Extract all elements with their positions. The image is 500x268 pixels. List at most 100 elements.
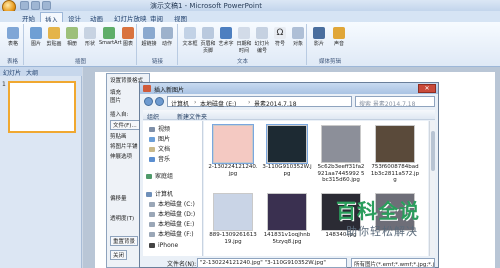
chart-icon	[122, 27, 134, 39]
nav-item-documents[interactable]: 文档	[149, 144, 170, 153]
breadcrumb-separator: ›	[248, 99, 251, 106]
breadcrumb-drive[interactable]: 本地磁盘 (E:)	[200, 99, 236, 108]
nav-item-drive-f[interactable]: 本地磁盘 (F:)	[149, 229, 194, 238]
dialog-title: 插入新图片	[154, 87, 185, 94]
nav-item-video[interactable]: 视频	[149, 124, 170, 133]
table-button[interactable]: 表格	[4, 27, 22, 47]
album-icon	[66, 27, 78, 39]
symbol-button[interactable]: Ω 符号	[271, 27, 289, 47]
bg-file-button[interactable]: 文件(F)...	[110, 120, 140, 130]
nav-item-homegroup[interactable]: 家庭组	[146, 171, 173, 180]
close-button[interactable]: ✕	[418, 84, 436, 93]
search-input[interactable]: 搜索 景素2014.7.18	[355, 96, 435, 108]
breadcrumb-computer[interactable]: 计算机	[171, 99, 189, 108]
bg-clipart-button[interactable]: 剪贴画	[110, 132, 127, 140]
window-title: 演示文稿1 - Microsoft PowerPoint	[150, 2, 263, 10]
phone-icon	[149, 243, 155, 248]
file-thumbnail	[212, 124, 254, 164]
file-item[interactable]: 753f6008784bad1b3c2811a572.jpg	[370, 125, 420, 184]
wordart-icon	[220, 27, 232, 39]
dialog-title-bar: 插入新图片 ✕	[140, 83, 438, 94]
nav-item-drive-c[interactable]: 本地磁盘 (C:)	[149, 199, 195, 208]
file-item[interactable]: 141831v1oqjhnb5tzyq8.jpg	[262, 193, 312, 245]
tab-animations[interactable]: 动画	[86, 12, 107, 23]
tab-home[interactable]: 开始	[18, 12, 39, 23]
bg-close-button[interactable]: 关闭	[110, 250, 128, 260]
slide-thumbnail[interactable]	[8, 81, 76, 133]
redo-icon[interactable]	[42, 1, 51, 10]
nav-item-drive-d[interactable]: 本地磁盘 (D:)	[149, 209, 195, 218]
ribbon-tabs: 开始 插入 设计 动画 幻灯片放映 审阅 视图	[0, 11, 500, 24]
path-breadcrumb[interactable]: 计算机 › 本地磁盘 (E:) › 景素2014.7.18	[167, 96, 352, 108]
datetime-button[interactable]: 日期和时间	[235, 27, 253, 54]
clipart-button[interactable]: 剪贴画	[45, 27, 63, 47]
tab-view[interactable]: 视图	[170, 12, 191, 23]
address-bar: 计算机 › 本地磁盘 (E:) › 景素2014.7.18 搜索 景素2014.…	[143, 96, 435, 108]
object-button[interactable]: 对象	[289, 27, 307, 47]
filetype-select[interactable]: 所有图片(*.emf;*.wmf;*.jpg;*.j	[351, 258, 435, 268]
smartart-button[interactable]: SmartArt	[99, 27, 122, 46]
watermark-logo: 百科全说	[334, 195, 464, 223]
shapes-button[interactable]: 形状	[81, 27, 99, 47]
filename-input[interactable]: "2-130224121240.jpg" "3-110G910352W.jpg"	[197, 258, 347, 268]
bg-insert-from-label: 插入自:	[110, 112, 129, 118]
sound-button[interactable]: 声音	[330, 27, 348, 47]
bg-tile-checkbox[interactable]: 将图片平铺	[110, 142, 138, 150]
globe-icon	[143, 27, 155, 39]
slide-number-button[interactable]: 幻灯片编号	[253, 27, 271, 54]
shapes-icon	[84, 27, 96, 39]
homegroup-icon	[146, 174, 152, 179]
insert-picture-dialog: 插入新图片 ✕ 计算机 › 本地磁盘 (E:) › 景素2014.7.18 搜索…	[139, 82, 439, 268]
hyperlink-button[interactable]: 超链接	[140, 27, 158, 47]
ribbon: 表格 表格 图片 剪贴画 相册 形状 SmartArt 图表 插图 超链接 动作…	[0, 22, 500, 67]
vertical-scrollbar[interactable]	[429, 121, 435, 256]
nav-item-pictures[interactable]: 图片	[149, 134, 170, 143]
file-item[interactable]: 3-110G910352W.jpg	[262, 124, 312, 177]
file-item[interactable]: 2-130224121240.jpg	[208, 124, 258, 177]
nav-item-computer[interactable]: 计算机	[146, 189, 173, 198]
file-item[interactable]: 5c62b3eeff31fa2921aa7445992 5bc315d60.jp…	[316, 125, 366, 184]
wordart-button[interactable]: 艺术字	[217, 27, 235, 47]
filename-label: 文件名(N):	[167, 261, 197, 268]
bg-reset-button[interactable]: 重置背景	[110, 236, 139, 246]
speaker-icon	[333, 27, 345, 39]
watermark-logo-text: 百科全说	[336, 199, 420, 223]
new-folder-button[interactable]: 新建文件夹	[177, 112, 207, 121]
tab-design[interactable]: 设计	[64, 12, 85, 23]
drive-icon	[149, 202, 155, 207]
bg-picture-tab[interactable]: 图片	[110, 96, 121, 104]
omega-icon: Ω	[274, 27, 286, 39]
tab-review[interactable]: 审阅	[146, 12, 167, 23]
bg-offset-label: 偏移量	[110, 196, 127, 202]
back-icon[interactable]	[144, 97, 153, 106]
action-button[interactable]: 动作	[158, 27, 176, 47]
textbox-button[interactable]: 文本框	[181, 27, 199, 47]
file-item[interactable]: 889-130926161319.jpg	[208, 193, 258, 245]
undo-icon[interactable]	[31, 1, 40, 10]
nav-item-drive-e[interactable]: 本地磁盘 (E:)	[149, 219, 194, 228]
watermark-subtitle: 助你轻松解决	[346, 225, 418, 238]
tab-insert[interactable]: 插入	[40, 12, 63, 24]
drive-icon	[149, 212, 155, 217]
header-footer-button[interactable]: 页眉和页脚	[199, 27, 217, 54]
breadcrumb-folder[interactable]: 景素2014.7.18	[254, 99, 297, 108]
nav-item-iphone[interactable]: iPhone	[149, 242, 178, 249]
bg-fill-tab[interactable]: 填充	[110, 88, 121, 96]
group-illustrations: 图片 剪贴画 相册 形状 SmartArt 图表 插图	[25, 24, 137, 65]
chart-button[interactable]: 图表	[119, 27, 137, 47]
forward-icon[interactable]	[155, 97, 164, 106]
movie-button[interactable]: 影片	[310, 27, 328, 47]
picture-button[interactable]: 图片	[27, 27, 45, 47]
action-icon	[161, 27, 173, 39]
number-icon	[256, 27, 268, 39]
album-button[interactable]: 相册	[63, 27, 81, 47]
tab-slides[interactable]: 幻灯片	[3, 68, 21, 77]
nav-item-music[interactable]: 音乐	[149, 154, 170, 163]
organize-button[interactable]: 组织	[147, 112, 159, 121]
tab-outline[interactable]: 大纲	[26, 68, 38, 77]
save-icon[interactable]	[20, 1, 29, 10]
scrollbar-thumb[interactable]	[431, 131, 435, 171]
tab-slideshow[interactable]: 幻灯片放映	[110, 12, 151, 23]
computer-icon	[146, 192, 152, 197]
textbox-icon	[184, 27, 196, 39]
